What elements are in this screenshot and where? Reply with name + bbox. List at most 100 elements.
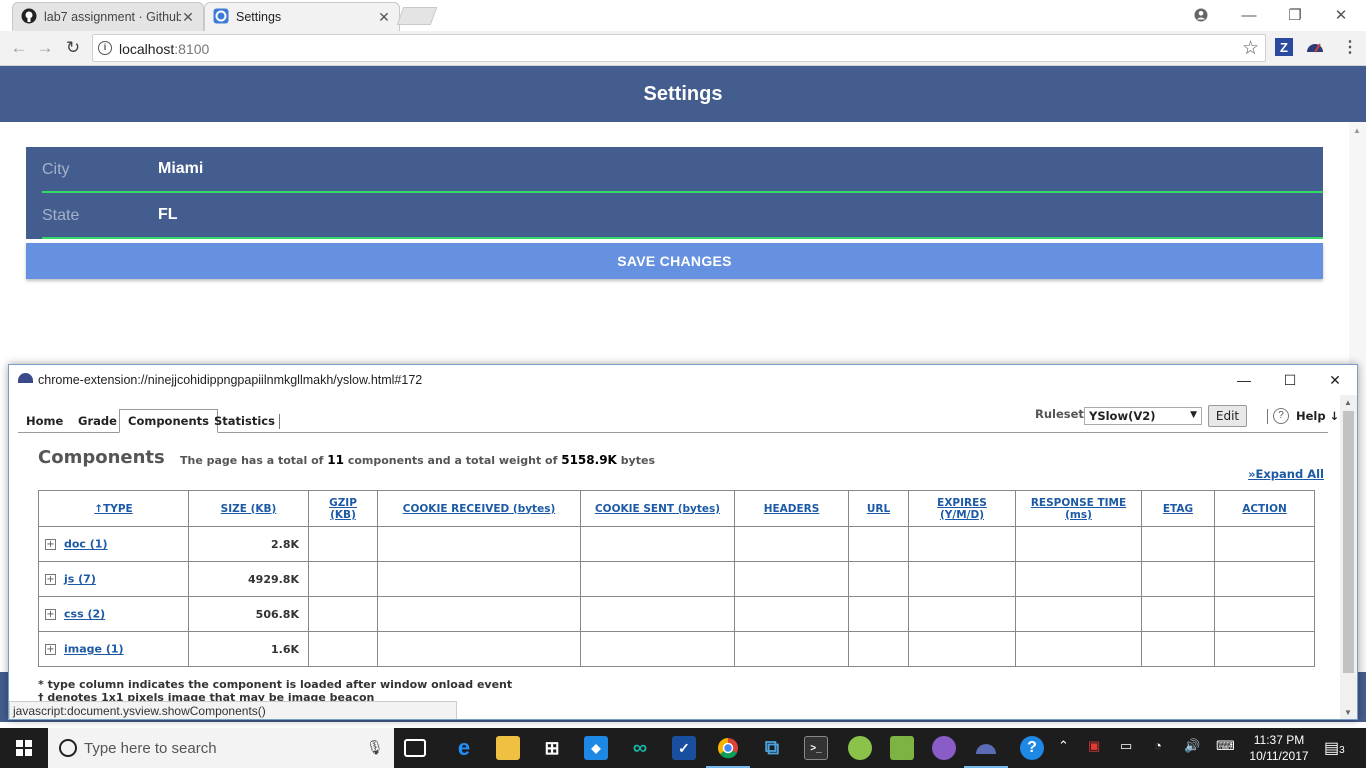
taskbar-search[interactable]: Type here to search 🎙 [48,728,394,768]
yslow-popup-window: chrome-extension://ninejjcohidippngpapii… [8,364,1358,720]
minimize-window-icon[interactable]: — [1226,0,1272,30]
task-view-icon[interactable] [404,739,426,757]
table-row: + image (1) 1.6K [38,631,1315,667]
col-response-time[interactable]: RESPONSE TIME (ms) [1015,490,1142,527]
popup-titlebar[interactable]: chrome-extension://ninejjcohidippngpapii… [9,365,1357,395]
col-url[interactable]: URL [848,490,909,527]
keyboard-icon[interactable]: ⌨ [1216,738,1235,754]
android-studio-icon[interactable] [848,736,872,760]
expand-plus-icon[interactable]: + [45,643,56,655]
info-icon[interactable]: i [98,41,112,55]
microphone-icon[interactable]: 🎙 [366,739,384,756]
table-row: + js (7) 4929.8K [38,561,1315,597]
back-icon[interactable]: ← [8,37,30,59]
tab-components[interactable]: Components [119,409,218,433]
components-table: ↑TYPE SIZE (KB) GZIP (KB) COOKIE RECEIVE… [38,490,1315,667]
github-icon [21,8,37,27]
yslow-extension-icon[interactable] [1306,38,1324,56]
file-explorer-icon[interactable] [496,736,520,760]
col-size[interactable]: SIZE (KB) [188,490,309,527]
close-tab-icon[interactable]: ✕ [181,9,195,26]
github-desktop-icon[interactable] [932,736,956,760]
tab-grade[interactable]: Grade [70,409,125,433]
chrome-icon[interactable] [716,736,740,760]
expand-plus-icon[interactable]: + [45,538,56,550]
scroll-thumb[interactable] [1343,411,1354,673]
volume-icon[interactable]: 🔊 [1184,738,1200,754]
edge-icon[interactable]: e [452,735,476,760]
yslow-taskbar-icon[interactable] [974,736,998,760]
profile-icon[interactable] [1178,0,1224,30]
store-icon[interactable]: ⊞ [540,736,564,760]
state-input[interactable]: FL [158,206,178,224]
vscode-icon[interactable]: ⧉ [760,736,784,760]
tab-statistics[interactable]: Statistics [206,409,283,433]
browser-tab-github[interactable]: lab7 assignment · Github ✕ [12,2,204,31]
close-window-icon[interactable]: ✕ [1318,0,1364,30]
type-cell[interactable]: + image (1) [38,631,189,667]
minimize-popup-icon[interactable]: — [1229,369,1259,391]
security-shield-icon[interactable]: ✓ [672,736,696,760]
state-row[interactable]: State FL [26,193,1323,239]
expand-all-link[interactable]: »Expand All [1248,467,1324,481]
system-clock[interactable]: 11:37 PM 10/11/2017 [1245,732,1313,764]
address-bar[interactable]: i localhost:8100 ☆ [92,34,1266,62]
size-cell: 2.8K [188,526,309,562]
city-row[interactable]: City Miami [26,147,1323,193]
wifi-icon[interactable]: ◔ [1154,738,1162,753]
type-cell[interactable]: + doc (1) [38,526,189,562]
action-center-icon[interactable]: ▤3 [1324,738,1345,758]
beacon-note: † denotes 1x1 pixels image that may be i… [38,691,375,701]
restore-window-icon[interactable]: ❐ [1272,0,1318,30]
zotero-extension-icon[interactable]: Z [1275,38,1293,56]
component-count: 11 [327,453,344,467]
expand-plus-icon[interactable]: + [45,608,56,620]
separator [1267,409,1268,424]
col-etag[interactable]: ETAG [1141,490,1215,527]
col-cookie-received[interactable]: COOKIE RECEIVED (bytes) [377,490,581,527]
components-heading: Components [38,447,165,468]
city-input[interactable]: Miami [158,160,203,178]
close-popup-icon[interactable]: ✕ [1320,369,1350,391]
help-icon[interactable]: ? [1273,408,1289,424]
forward-icon[interactable]: → [34,37,56,59]
tab-home[interactable]: Home [18,409,71,433]
expand-plus-icon[interactable]: + [45,573,56,585]
col-headers[interactable]: HEADERS [734,490,849,527]
input-underline [42,237,1323,239]
type-cell[interactable]: + js (7) [38,561,189,597]
page-title: Settings [0,66,1366,122]
dropbox-icon[interactable]: ◆ [584,736,608,760]
browser-tab-settings[interactable]: Settings ✕ [204,2,400,31]
close-tab-icon[interactable]: ✕ [377,9,391,26]
ruleset-select[interactable]: YSlow(V2) ▼ [1084,407,1202,425]
help-link[interactable]: Help ↓ [1296,409,1339,423]
col-type[interactable]: ↑TYPE [38,490,189,527]
maximize-popup-icon[interactable]: ☐ [1275,369,1305,391]
notification-app-icon[interactable]: ▣ [1088,738,1100,754]
bookmark-star-icon[interactable]: ☆ [1242,37,1259,60]
save-changes-button[interactable]: SAVE CHANGES [26,243,1323,279]
help-taskbar-icon[interactable]: ? [1020,736,1044,760]
col-expires[interactable]: EXPIRES (Y/M/D) [908,490,1016,527]
col-gzip[interactable]: GZIP (KB) [308,490,378,527]
start-button[interactable] [0,728,48,768]
new-tab-button[interactable] [396,7,438,25]
col-action[interactable]: ACTION [1214,490,1315,527]
terminal-icon[interactable]: >_ [804,736,828,760]
app-icon[interactable] [890,736,914,760]
edit-ruleset-button[interactable]: Edit [1208,405,1247,427]
scroll-up-icon[interactable]: ▲ [1344,398,1352,407]
popup-scrollbar[interactable]: ▲ ▼ [1340,395,1357,719]
scroll-down-icon[interactable]: ▼ [1344,708,1352,717]
yslow-content: Home Grade Components Statistics Ruleset… [9,395,1341,719]
size-cell: 1.6K [188,631,309,667]
type-cell[interactable]: + css (2) [38,596,189,632]
battery-icon[interactable]: ▭ [1120,738,1132,754]
show-hidden-icons[interactable]: ⌃ [1058,738,1069,754]
menu-icon[interactable]: ⋮ [1341,38,1359,56]
col-cookie-sent[interactable]: COOKIE SENT (bytes) [580,490,735,527]
table-row: + css (2) 506.8K [38,596,1315,632]
arduino-icon[interactable]: ∞ [628,736,652,760]
reload-icon[interactable]: ↻ [62,37,84,59]
